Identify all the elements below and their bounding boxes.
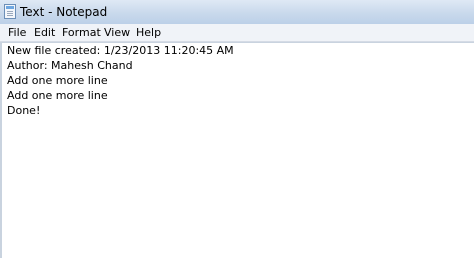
menu-view[interactable]: View [104, 26, 130, 40]
window-title: Text - Notepad [20, 5, 108, 19]
text-line: Author: Mahesh Chand [7, 59, 133, 72]
menu-help[interactable]: Help [136, 26, 161, 40]
text-line: Done! [7, 104, 41, 117]
menu-file[interactable]: File [8, 26, 26, 40]
text-line: Add one more line [7, 89, 108, 102]
text-line: Add one more line [7, 74, 108, 87]
menu-edit[interactable]: Edit [34, 26, 55, 40]
menu-bar: File Edit Format View Help [0, 24, 474, 42]
title-bar[interactable]: Text - Notepad [0, 0, 474, 24]
notepad-icon[interactable] [4, 4, 16, 19]
menu-format[interactable]: Format [62, 26, 101, 40]
text-editor[interactable]: New file created: 1/23/2013 11:20:45 AM … [0, 42, 474, 258]
notepad-window: Text - Notepad File Edit Format View Hel… [0, 0, 474, 258]
text-line: New file created: 1/23/2013 11:20:45 AM [7, 44, 234, 57]
